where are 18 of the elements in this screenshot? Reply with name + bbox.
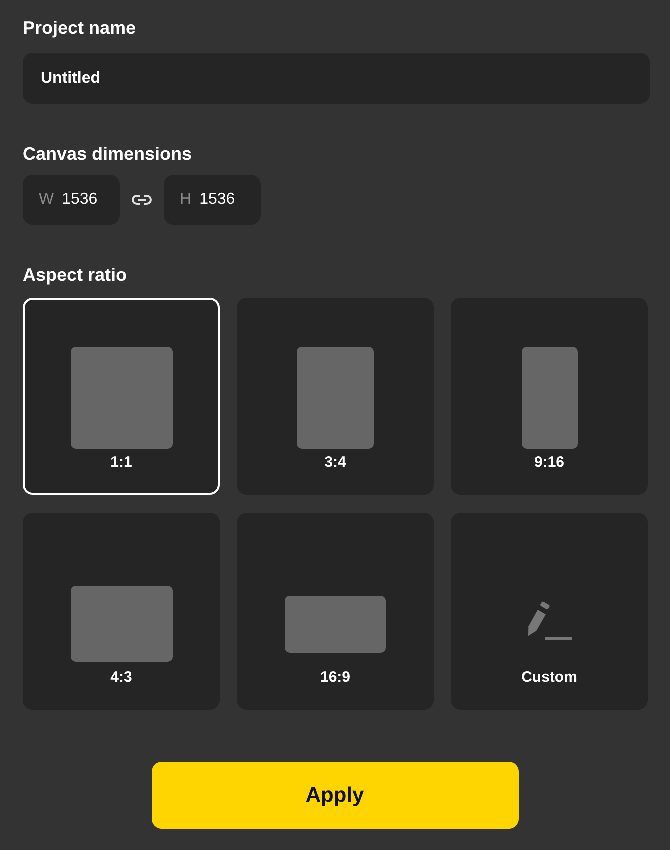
aspect-ratio-option[interactable]: Custom: [451, 513, 648, 710]
width-prefix: W: [39, 191, 54, 209]
width-field[interactable]: W 1536: [23, 175, 120, 225]
aspect-ratio-option[interactable]: 9:16: [451, 298, 648, 495]
aspect-ratio-option[interactable]: 3:4: [237, 298, 434, 495]
section-label: Project name: [23, 18, 138, 39]
project-name-field[interactable]: Untitled: [23, 53, 650, 104]
apply-button[interactable]: Apply: [152, 762, 518, 829]
section-label: Canvas dimensions: [23, 144, 194, 165]
height-value: 1536: [200, 191, 236, 209]
section-label: Aspect ratio: [23, 265, 128, 286]
link-icon[interactable]: [132, 194, 152, 206]
aspect-ratio-option[interactable]: 16:9: [237, 513, 434, 710]
height-prefix: H: [180, 191, 192, 209]
height-field[interactable]: H 1536: [164, 175, 261, 225]
aspect-ratio-option[interactable]: 1:1: [23, 298, 220, 495]
aspect-ratio-option[interactable]: 4:3: [23, 513, 220, 710]
width-value: 1536: [62, 191, 98, 209]
